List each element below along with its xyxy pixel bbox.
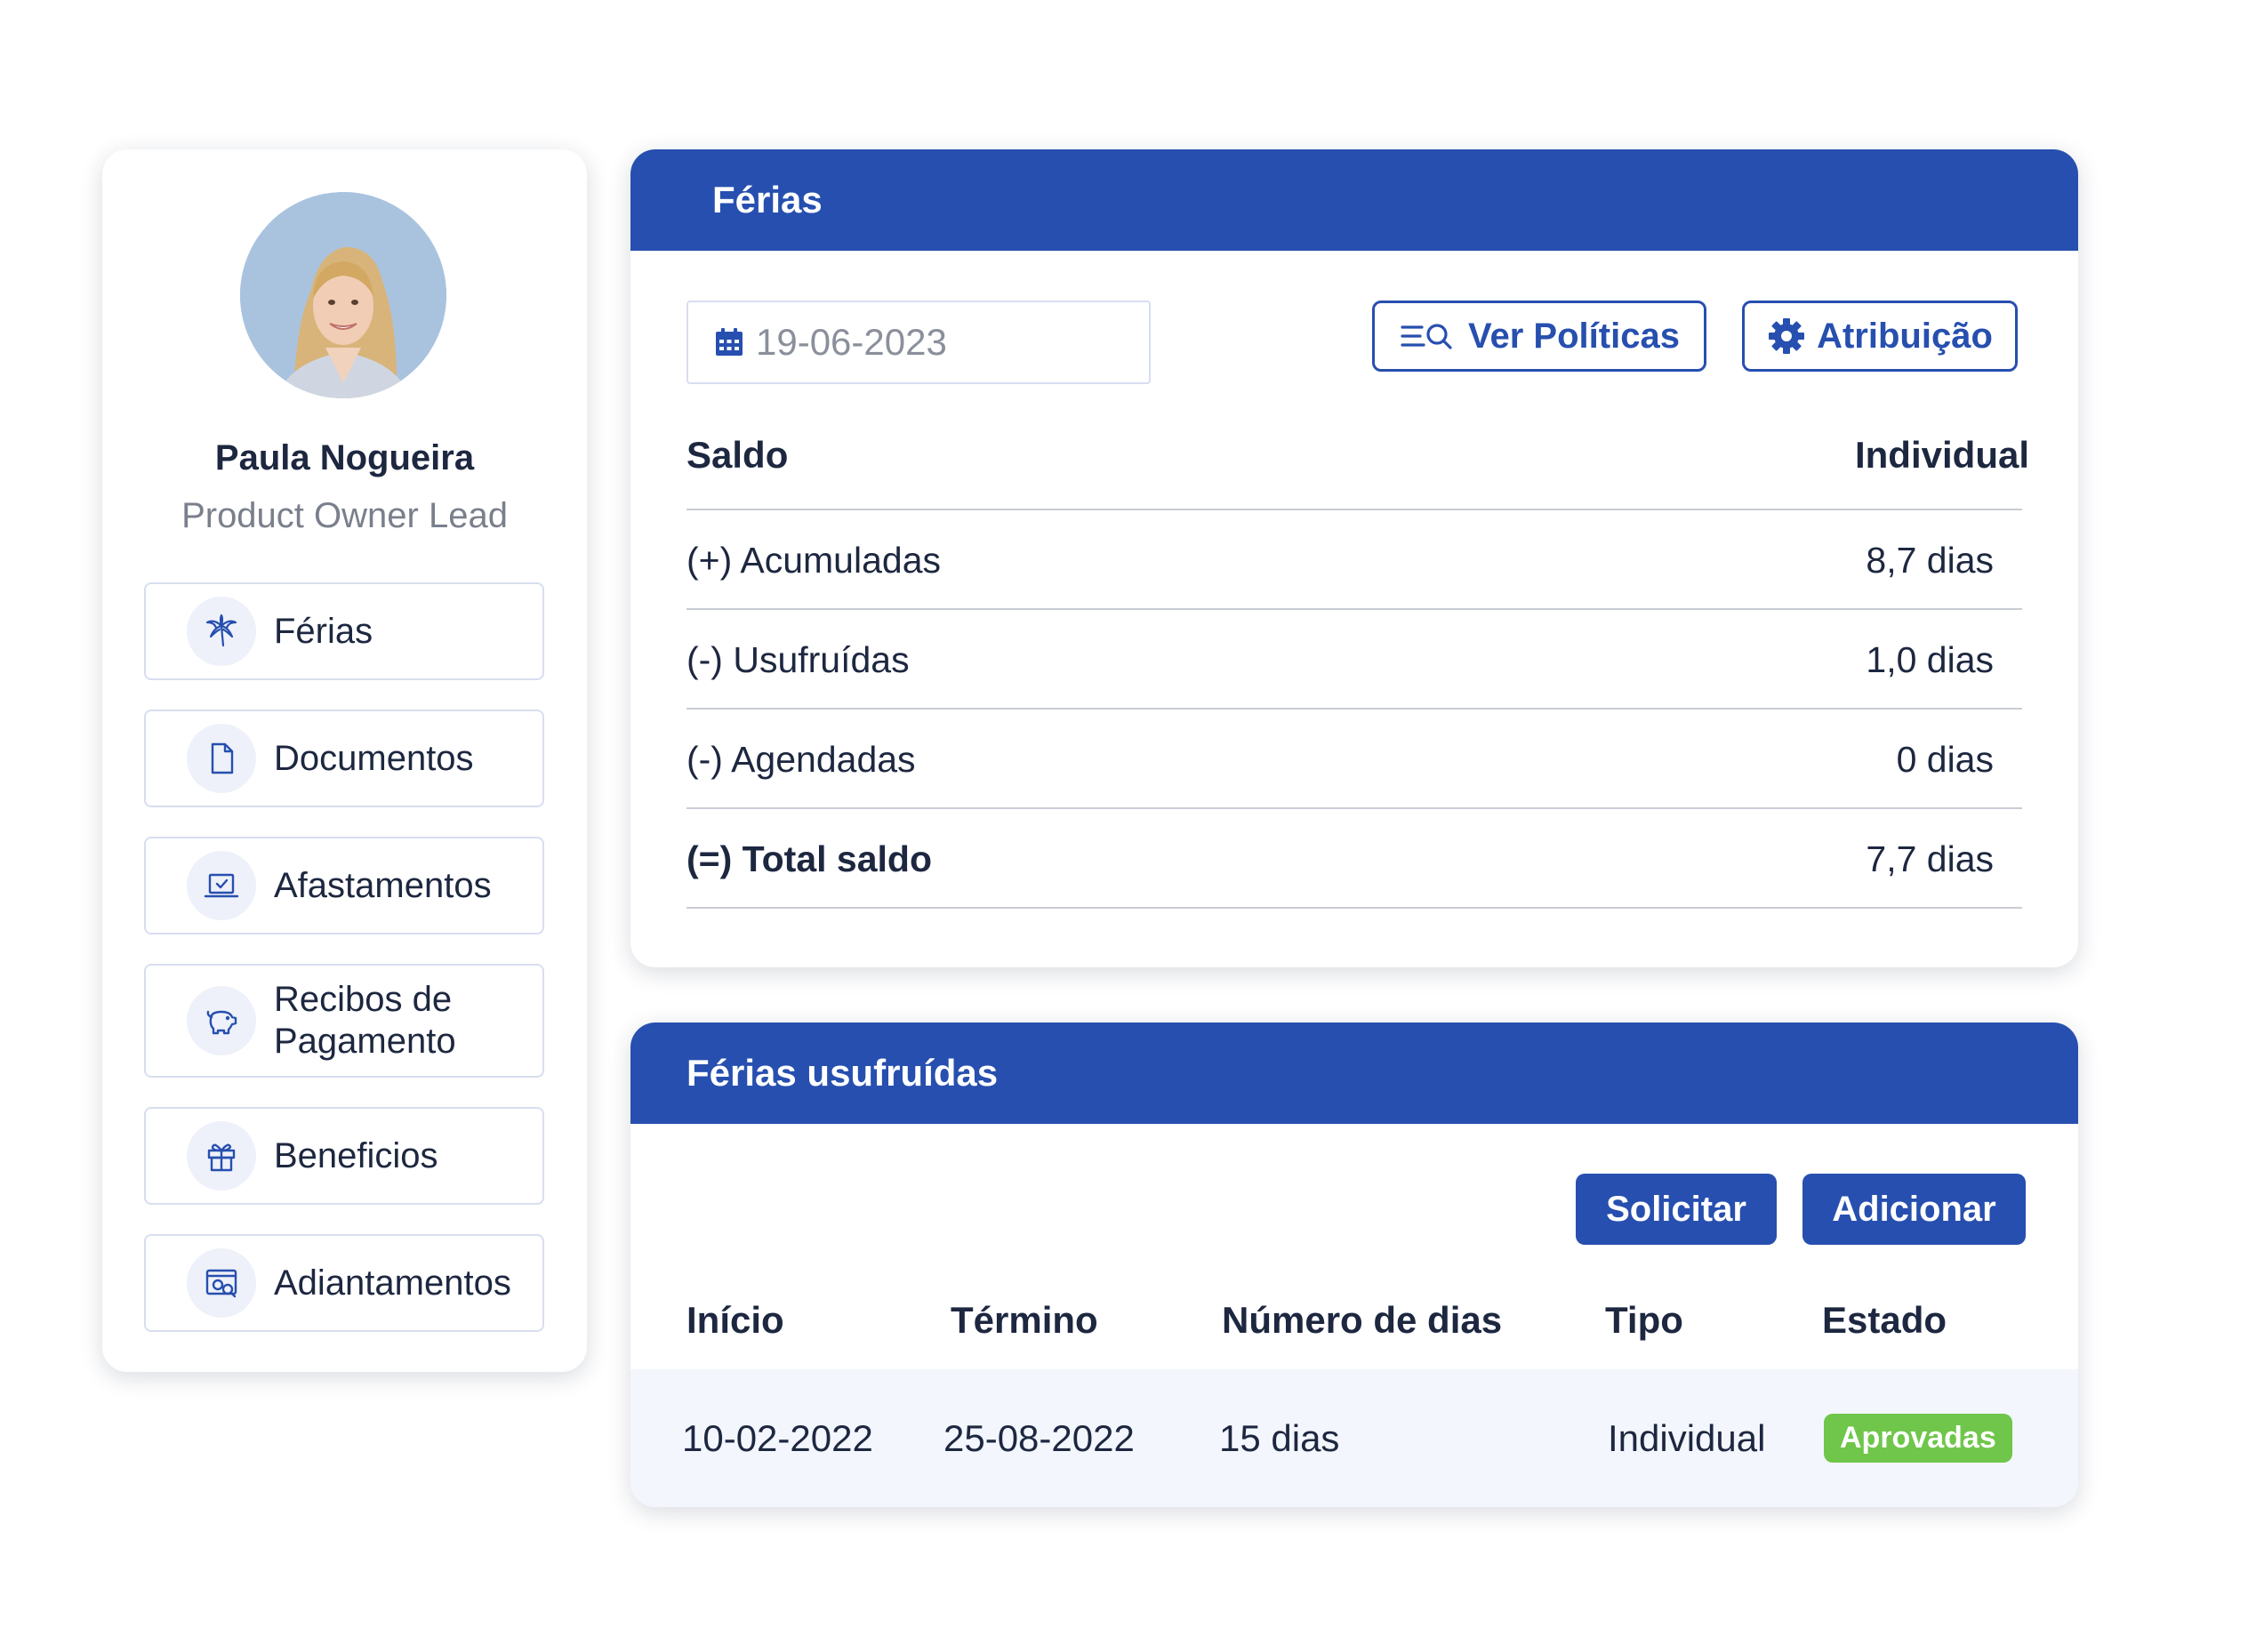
payment-window-icon	[187, 1248, 256, 1318]
profile-card: Paula Nogueira Product Owner Lead Férias	[102, 149, 587, 1372]
divider	[686, 509, 2022, 510]
piggy-bank-icon	[187, 986, 256, 1055]
assignment-label: Atribuição	[1817, 316, 1993, 356]
menu-item-afastamentos[interactable]: Afastamentos	[144, 837, 544, 934]
view-policies-button[interactable]: Ver Políticas	[1372, 301, 1706, 372]
menu-item-adiantamentos[interactable]: Adiantamentos	[144, 1234, 544, 1332]
gift-icon	[187, 1121, 256, 1191]
divider	[686, 608, 2022, 610]
cell-status: Aprovadas	[1824, 1369, 2012, 1507]
balance-value: 8,7 dias	[1866, 539, 1994, 581]
palm-tree-icon	[187, 597, 256, 666]
balance-label: (-) Agendadas	[686, 738, 916, 780]
avatar-photo	[240, 192, 446, 398]
menu-label: Recibos de Pagamento	[274, 980, 456, 1061]
date-value: 19-06-2023	[756, 321, 947, 363]
column-header-type: Tipo	[1605, 1299, 1683, 1341]
date-field[interactable]: 19-06-2023	[686, 301, 1151, 384]
table-row[interactable]: 10-02-2022 25-08-2022 15 dias Individual…	[630, 1369, 2078, 1507]
balance-row-total: (=) Total saldo 7,7 dias	[686, 810, 1994, 908]
list-search-icon	[1401, 324, 1452, 349]
calendar-icon	[716, 328, 743, 356]
menu-item-recibos[interactable]: Recibos de Pagamento	[144, 964, 544, 1078]
balance-row: (-) Agendadas 0 dias	[686, 710, 1994, 808]
used-vacation-panel-title: Férias usufruídas	[630, 1022, 2078, 1124]
column-header-start: Início	[686, 1299, 784, 1341]
balance-row: (+) Acumuladas 8,7 dias	[686, 511, 1994, 609]
request-button[interactable]: Solicitar	[1576, 1174, 1777, 1245]
assignment-button[interactable]: Atribuição	[1742, 301, 2018, 372]
used-vacation-panel: Férias usufruídas Solicitar Adicionar In…	[630, 1022, 2078, 1507]
menu-label: Férias	[274, 611, 373, 651]
balance-label: (-) Usufruídas	[686, 638, 910, 680]
document-icon	[187, 724, 256, 793]
balance-value: 0 dias	[1896, 738, 1994, 780]
cell-days: 15 dias	[1219, 1416, 1340, 1459]
cell-start: 10-02-2022	[682, 1416, 873, 1459]
divider	[686, 708, 2022, 710]
balance-label: (+) Acumuladas	[686, 539, 941, 581]
cell-end: 25-08-2022	[943, 1416, 1135, 1459]
balance-header-label: Saldo	[686, 434, 789, 476]
balance-value: 1,0 dias	[1866, 638, 1994, 680]
balance-row: (-) Usufruídas 1,0 dias	[686, 611, 1994, 709]
divider	[686, 807, 2022, 809]
profile-name: Paula Nogueira	[214, 438, 475, 477]
menu-item-ferias[interactable]: Férias	[144, 582, 544, 680]
view-policies-label: Ver Políticas	[1468, 316, 1680, 356]
menu-label: Documentos	[274, 738, 474, 778]
cell-type: Individual	[1608, 1416, 1766, 1459]
menu-item-beneficios[interactable]: Beneficios	[144, 1107, 544, 1205]
column-header-days: Número de dias	[1222, 1299, 1503, 1341]
add-button[interactable]: Adicionar	[1802, 1174, 2026, 1245]
menu-label: Afastamentos	[274, 865, 492, 905]
status-badge: Aprovadas	[1824, 1414, 2012, 1463]
profile-role: Product Owner Lead	[181, 496, 508, 535]
avatar	[240, 192, 446, 398]
vacation-panel-title: Férias	[630, 149, 2078, 251]
menu-item-documentos[interactable]: Documentos	[144, 710, 544, 807]
balance-value: 7,7 dias	[1866, 838, 1994, 879]
laptop-check-icon	[187, 851, 256, 920]
menu-label: Beneficios	[274, 1135, 438, 1175]
table-header: Início Término Número de dias Tipo Estad…	[630, 1289, 2078, 1351]
menu-label: Adiantamentos	[274, 1263, 511, 1303]
balance-label: (=) Total saldo	[686, 838, 933, 879]
gear-icon	[1769, 318, 1805, 354]
individual-header-label: Individual	[1854, 434, 2029, 476]
divider	[686, 907, 2022, 909]
column-header-end: Término	[951, 1299, 1098, 1341]
balance-header: Saldo Individual	[686, 434, 2029, 477]
vacation-panel: Férias 19-06-2023 Ver Políticas Atribuiç…	[630, 149, 2078, 967]
column-header-status: Estado	[1822, 1299, 1947, 1341]
